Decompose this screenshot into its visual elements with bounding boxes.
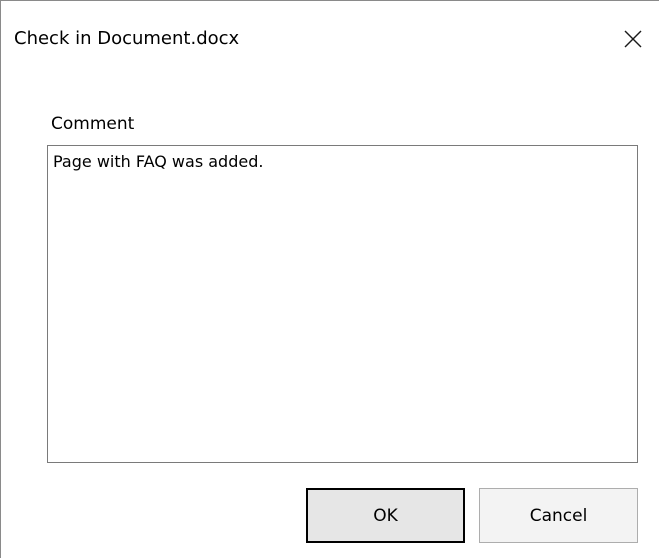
dialog-title: Check in Document.docx bbox=[14, 28, 240, 49]
cancel-button[interactable]: Cancel bbox=[479, 488, 638, 543]
comment-textarea[interactable]: Page with FAQ was added. bbox=[47, 145, 638, 463]
ok-button[interactable]: OK bbox=[306, 488, 465, 543]
check-in-dialog: Check in Document.docx Comment Page with… bbox=[0, 0, 659, 559]
close-button[interactable] bbox=[613, 21, 653, 57]
comment-label: Comment bbox=[51, 114, 135, 134]
close-icon bbox=[624, 30, 642, 48]
title-bar: Check in Document.docx bbox=[1, 1, 659, 65]
